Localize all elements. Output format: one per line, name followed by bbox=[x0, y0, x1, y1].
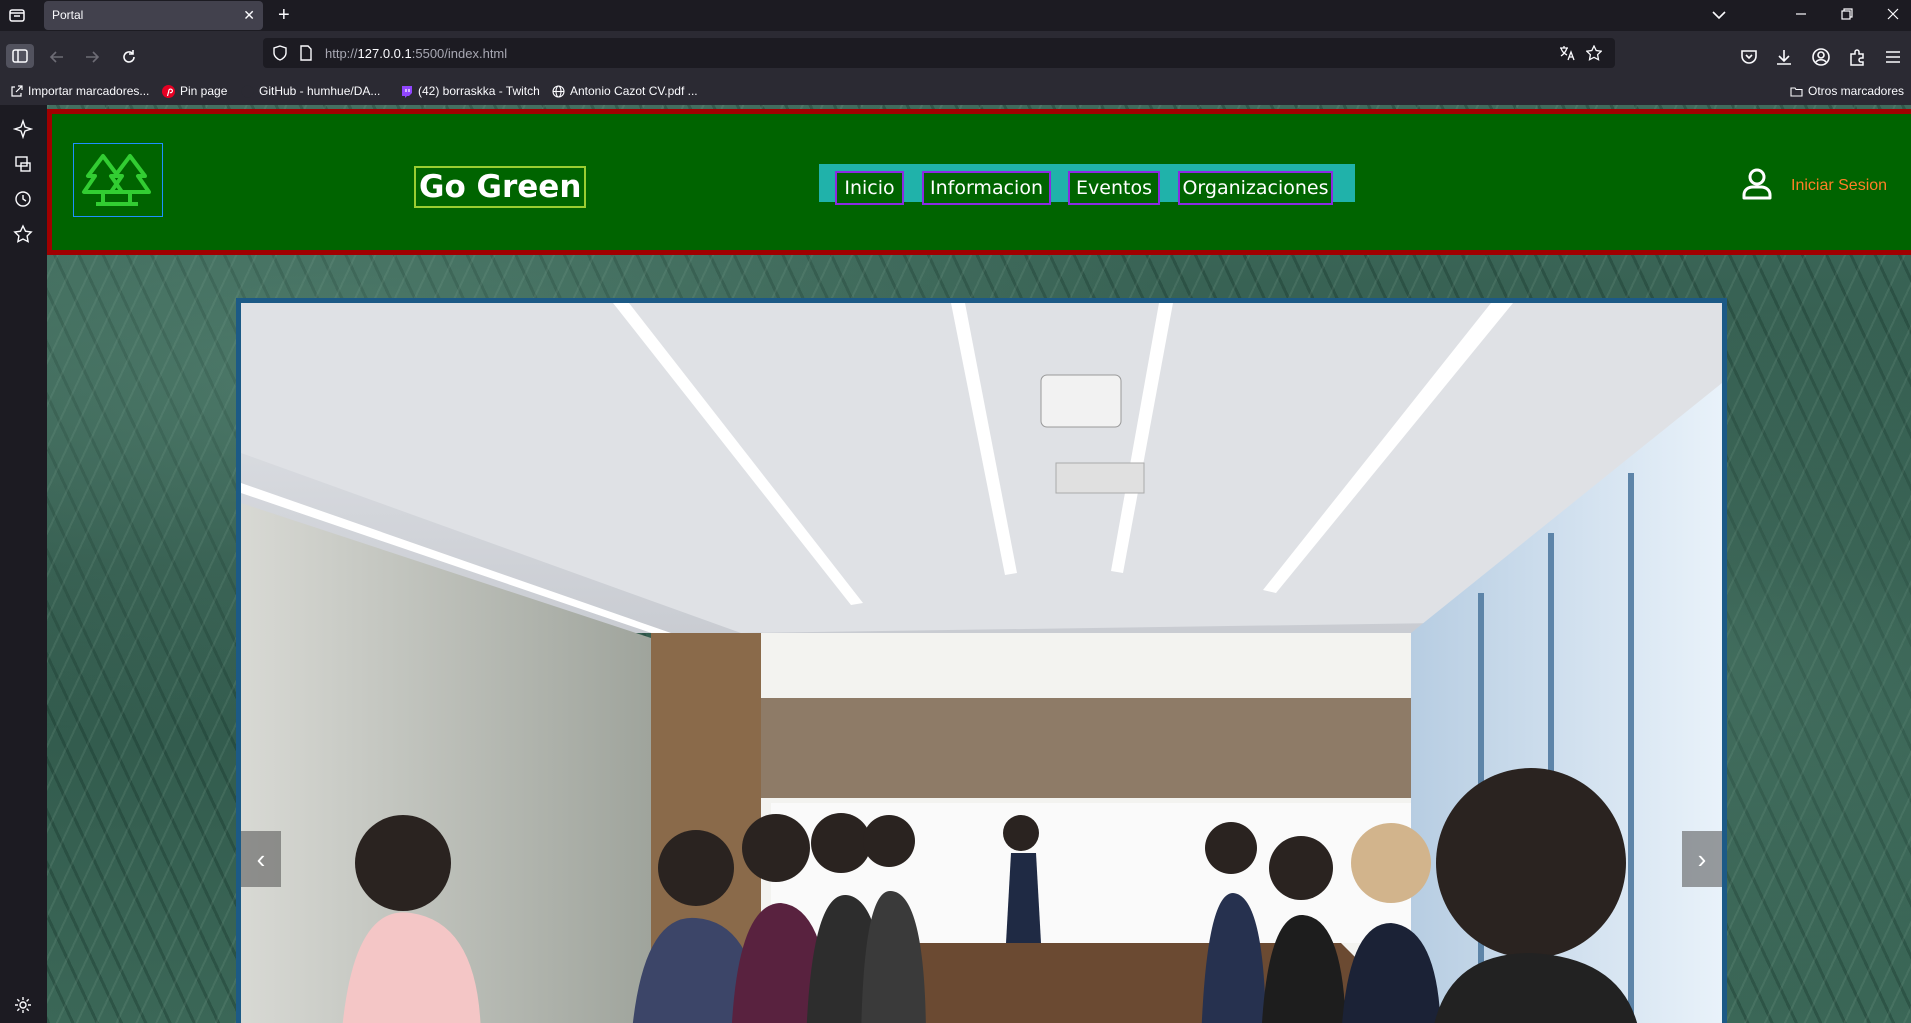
bookmark-cv[interactable]: Antonio Cazot CV.pdf ... bbox=[552, 84, 698, 98]
brand-title[interactable]: Go Green bbox=[414, 166, 587, 208]
page-icon[interactable] bbox=[298, 45, 314, 61]
sidebar-rail bbox=[0, 105, 47, 1023]
site-header: Go Green Inicio Informacion Eventos Orga… bbox=[47, 109, 1911, 255]
site-logo[interactable] bbox=[73, 143, 163, 217]
carousel-prev-button[interactable]: ‹ bbox=[241, 831, 281, 887]
login-link[interactable]: Iniciar Sesion bbox=[1791, 177, 1887, 195]
bookmark-github[interactable]: GitHub - humhue/DA... bbox=[241, 84, 380, 98]
download-icon[interactable] bbox=[1774, 47, 1794, 67]
import-icon bbox=[11, 84, 23, 97]
carousel-next-button[interactable]: › bbox=[1682, 831, 1722, 887]
tab-bar: Portal ✕ + bbox=[0, 0, 1911, 31]
history-icon[interactable] bbox=[13, 189, 33, 209]
tab-list-icon[interactable] bbox=[8, 6, 26, 24]
chevron-down-icon[interactable] bbox=[1711, 8, 1727, 22]
bookmark-pin-page[interactable]: Pin page bbox=[162, 84, 227, 98]
sparkle-icon[interactable] bbox=[13, 119, 33, 139]
navigation-toolbar: http://127.0.0.1:5500/index.html bbox=[0, 31, 1911, 81]
other-bookmarks[interactable]: Otros marcadores bbox=[1790, 84, 1904, 98]
sidebar-toggle-button[interactable] bbox=[6, 44, 34, 68]
carousel-image-meeting-room bbox=[241, 303, 1722, 1023]
github-icon bbox=[241, 85, 254, 97]
twitch-icon bbox=[402, 85, 412, 98]
bookmarks-toolbar: Importar marcadores... Pin page GitHub -… bbox=[0, 81, 1911, 105]
close-tab-icon[interactable]: ✕ bbox=[243, 7, 255, 23]
folder-icon bbox=[1790, 86, 1803, 97]
account-icon[interactable] bbox=[1811, 47, 1831, 67]
active-tab[interactable]: Portal ✕ bbox=[44, 1, 263, 30]
back-arrow-icon[interactable] bbox=[47, 47, 67, 67]
nav-link-eventos[interactable]: Eventos bbox=[1068, 171, 1160, 205]
bookmark-import[interactable]: Importar marcadores... bbox=[10, 84, 149, 98]
bookmark-twitch[interactable]: (42) borraskka - Twitch bbox=[400, 84, 540, 98]
minimize-icon[interactable] bbox=[1795, 8, 1807, 20]
url-host: 127.0.0.1 bbox=[357, 46, 412, 61]
star-icon[interactable] bbox=[1586, 45, 1602, 61]
nav-link-inicio[interactable]: Inicio bbox=[835, 171, 904, 205]
settings-gear-icon[interactable] bbox=[13, 995, 33, 1015]
reload-icon[interactable] bbox=[119, 47, 139, 67]
user-icon[interactable] bbox=[1741, 167, 1773, 201]
forward-arrow-icon[interactable] bbox=[82, 47, 102, 67]
globe-icon bbox=[552, 84, 565, 98]
address-bar[interactable]: http://127.0.0.1:5500/index.html bbox=[263, 38, 1615, 68]
sidebar-icon bbox=[12, 49, 28, 63]
menu-icon[interactable] bbox=[1883, 47, 1903, 67]
bookmarks-star-icon[interactable] bbox=[13, 224, 33, 244]
synced-tabs-icon[interactable] bbox=[13, 154, 33, 174]
main-navigation: Inicio Informacion Eventos Organizacione… bbox=[819, 164, 1355, 205]
pinterest-icon bbox=[162, 84, 175, 98]
nav-link-informacion[interactable]: Informacion bbox=[922, 171, 1051, 205]
url-text[interactable]: http://127.0.0.1:5500/index.html bbox=[325, 46, 507, 61]
shield-icon[interactable] bbox=[272, 45, 288, 61]
pine-trees-icon bbox=[82, 154, 151, 206]
tab-title: Portal bbox=[52, 8, 84, 22]
extensions-icon[interactable] bbox=[1847, 47, 1867, 67]
page-viewport: Go Green Inicio Informacion Eventos Orga… bbox=[47, 105, 1911, 1023]
translate-icon[interactable] bbox=[1559, 45, 1575, 61]
new-tab-button[interactable]: + bbox=[278, 3, 290, 27]
restore-icon[interactable] bbox=[1841, 8, 1853, 20]
image-carousel: ‹ › bbox=[236, 298, 1727, 1023]
nav-link-organizaciones[interactable]: Organizaciones bbox=[1178, 171, 1333, 205]
pocket-icon[interactable] bbox=[1739, 47, 1759, 67]
close-window-icon[interactable] bbox=[1887, 8, 1899, 20]
